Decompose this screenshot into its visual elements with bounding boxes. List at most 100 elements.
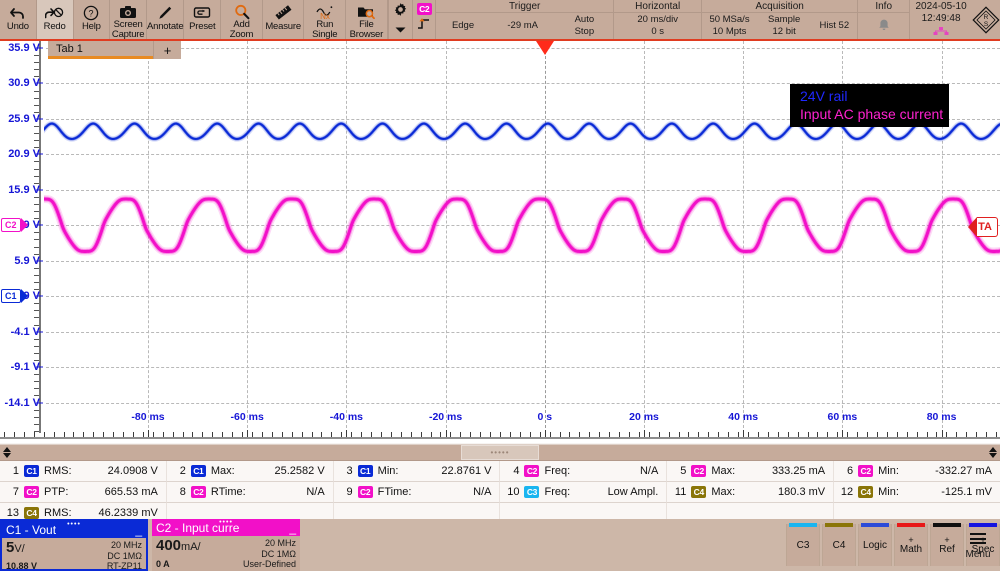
- measurement-cell[interactable]: 3 C1 Min: 22.8761 V: [332, 461, 500, 482]
- measurement-cell[interactable]: 8 C2 RTime: N/A: [165, 482, 333, 503]
- x-axis-major-tick: [743, 430, 745, 437]
- scroll-down-icon[interactable]: [3, 453, 11, 458]
- x-axis-tick: [73, 432, 75, 437]
- horizontal-scrollbar[interactable]: •••••: [0, 444, 1000, 461]
- channel-button-label: C4: [832, 539, 846, 551]
- scrollbar-handle[interactable]: •••••: [461, 445, 539, 460]
- run-single-button[interactable]: Nx Run Single: [304, 0, 347, 39]
- add-tab-label: +: [163, 42, 172, 58]
- undo-button[interactable]: Undo: [0, 0, 37, 39]
- measurement-index: 5: [680, 465, 687, 477]
- measurement-cell[interactable]: 9 C2 FTime: N/A: [332, 482, 500, 503]
- tab-1[interactable]: Tab 1: [48, 41, 153, 59]
- info-panel[interactable]: Info: [858, 0, 911, 39]
- measurement-cell[interactable]: 4 C2 Freq: N/A: [499, 461, 667, 482]
- channel-c2-body[interactable]: 400mA/ 20 MHz DC 1MΩ 0 A User-Defined: [152, 536, 300, 571]
- measurement-value: Low Ampl.: [607, 486, 659, 498]
- x-axis-tick: [767, 432, 769, 437]
- x-axis-major-tick: [148, 430, 149, 437]
- channel-c2-minimize[interactable]: _: [289, 521, 296, 535]
- file-browser-label: File Browser: [349, 19, 384, 40]
- toolbar-settings-button[interactable]: [389, 0, 414, 39]
- x-axis-tick: [172, 432, 174, 437]
- x-axis-tick: [609, 432, 611, 437]
- channel-marker-c1[interactable]: C1: [1, 289, 28, 304]
- x-axis-tick: [450, 432, 452, 437]
- trigger-source-indicator[interactable]: C2: [413, 0, 437, 39]
- y-axis-minor-tick: [34, 211, 39, 213]
- measurement-name: RMS:: [44, 507, 72, 519]
- channel-c1-body[interactable]: 5V/ 20 MHz DC 1MΩ 10.88 V RT-ZP11: [2, 538, 146, 571]
- annotation-box[interactable]: 24V rail Input AC phase current: [790, 84, 950, 127]
- y-axis-tick: [36, 366, 43, 368]
- trigger-mode: Auto: [574, 14, 595, 25]
- measurement-value: -332.27 mA: [935, 465, 992, 477]
- x-axis-tick: [430, 432, 432, 437]
- measurement-cell[interactable]: 2 C1 Max: 25.2582 V: [165, 461, 333, 482]
- channel-c1-header[interactable]: C1 - Vout •••• _: [2, 521, 146, 538]
- channel-card-c1[interactable]: C1 - Vout •••• _ 5V/ 20 MHz DC 1MΩ 10.88…: [0, 519, 148, 571]
- scrollbar-track[interactable]: •••••: [14, 444, 986, 461]
- x-axis-tick: [559, 432, 561, 437]
- channel-color-bar: [897, 523, 925, 527]
- horizontal-timebase: 20 ms/div: [637, 14, 679, 25]
- y-axis-minor-tick: [34, 303, 39, 305]
- scroll-right-arrows[interactable]: [986, 444, 1000, 461]
- tab-label: Tab 1: [56, 42, 83, 55]
- acquisition-panel[interactable]: Acquisition 50 MSa/s 10 Mpts Sample 12 b…: [702, 0, 859, 39]
- trigger-level-label: TA: [977, 217, 998, 238]
- screen-capture-button[interactable]: Screen Capture: [110, 0, 147, 39]
- trigger-level-marker[interactable]: TA: [968, 217, 998, 238]
- vertical-axis[interactable]: 35.9 V 30.9 V 25.9 V 20.9 V 15.9 V 10.9 V 5.9 …: [0, 41, 44, 433]
- measurement-results[interactable]: 1 C1 RMS: 24.0908 V 2 C1 Max: 25.2582 V 3 C1 Min: 2…: [0, 461, 1000, 523]
- redo-button[interactable]: Redo: [36, 0, 74, 39]
- scroll-left-arrows[interactable]: [0, 444, 14, 461]
- measurement-name: Min:: [878, 486, 899, 498]
- trigger-type: Edge: [451, 20, 475, 31]
- preset-button[interactable]: Preset: [184, 0, 222, 39]
- channel-button-c3[interactable]: C3: [786, 523, 820, 566]
- measurement-cell[interactable]: 6 C2 Min: -332.27 mA: [833, 461, 1000, 482]
- x-axis-tick: [966, 432, 968, 437]
- magnifier-icon: [234, 3, 250, 20]
- acquisition-title: Acquisition: [702, 0, 858, 13]
- measurement-cell[interactable]: 1 C1 RMS: 24.0908 V: [0, 461, 166, 482]
- measurement-name: Max:: [210, 465, 235, 477]
- scroll-up-icon-right[interactable]: [989, 447, 997, 452]
- trigger-title: Trigger: [436, 0, 614, 13]
- add-zoom-button[interactable]: Add Zoom: [221, 0, 263, 39]
- measurement-cell[interactable]: 12 C4 Min: -125.1 mV: [833, 482, 1000, 503]
- measurement-cell[interactable]: 10 C3 Freq: Low Ampl.: [499, 482, 667, 503]
- waveform-display[interactable]: 35.9 V 30.9 V 25.9 V 20.9 V 15.9 V 10.9 V 5.9 …: [0, 41, 1000, 433]
- add-zoom-label: Add Zoom: [229, 19, 254, 40]
- trigger-panel[interactable]: Trigger Edge -29 mA Auto Stop: [436, 0, 615, 39]
- datetime-display[interactable]: 2024-05-10 12:49:48: [910, 0, 972, 39]
- channel-button-c4[interactable]: C4: [822, 523, 856, 566]
- chevron-down-icon[interactable]: [394, 22, 407, 37]
- measurement-cell[interactable]: 5 C2 Max: 333.25 mA: [666, 461, 834, 482]
- channel-button-math[interactable]: + Math: [894, 523, 928, 566]
- vertical-ruler: [39, 41, 41, 433]
- measurement-channel-chip: C2: [24, 486, 39, 498]
- channel-marker-c2[interactable]: C2: [1, 218, 28, 233]
- time-axis[interactable]: -80 ms -60 ms -40 ms -20 ms 0 s 20 ms 40 ms 60 …: [0, 411, 1000, 443]
- add-tab-button[interactable]: +: [153, 41, 181, 59]
- horizontal-panel[interactable]: Horizontal 20 ms/div 0 s: [614, 0, 703, 39]
- scroll-down-icon-right[interactable]: [989, 453, 997, 458]
- measurement-cell[interactable]: 7 C2 PTP: 665.53 mA: [0, 482, 166, 503]
- scroll-up-icon[interactable]: [3, 447, 11, 452]
- trigger-position-icon[interactable]: [535, 41, 554, 55]
- measure-button[interactable]: Measure: [263, 0, 305, 39]
- annotate-button[interactable]: Annotate: [147, 0, 185, 39]
- file-browser-button[interactable]: File Browser: [346, 0, 388, 39]
- time-axis-line: [0, 437, 1000, 439]
- channel-button-logic[interactable]: Logic: [858, 523, 892, 566]
- help-button[interactable]: ? Help: [74, 0, 111, 39]
- measure-label: Measure: [265, 21, 301, 32]
- channel-c1-minimize[interactable]: _: [135, 523, 142, 537]
- menu-button[interactable]: Menu: [958, 524, 998, 566]
- channel-c2-header[interactable]: C2 - Input curre •••• _: [152, 519, 300, 536]
- trigger-source-chip: C2: [416, 3, 432, 15]
- channel-card-c2[interactable]: C2 - Input curre •••• _ 400mA/ 20 MHz DC…: [152, 519, 300, 571]
- measurement-cell[interactable]: 11 C4 Max: 180.3 mV: [666, 482, 834, 503]
